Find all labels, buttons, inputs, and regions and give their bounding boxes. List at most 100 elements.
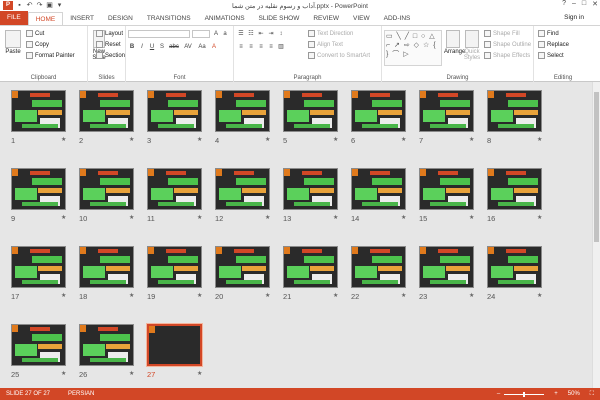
paste-button[interactable]: Paste — [3, 30, 23, 55]
italic-button[interactable]: I — [138, 43, 146, 51]
slide-thumbnail[interactable] — [419, 90, 474, 132]
restore-button[interactable]: □ — [582, 0, 586, 8]
transition-star-icon[interactable]: ★ — [401, 136, 406, 143]
align-text-button[interactable]: Align Text — [308, 41, 343, 48]
format-painter-button[interactable]: Format Painter — [26, 52, 75, 59]
slide-thumbnail[interactable] — [215, 246, 270, 288]
font-color-button[interactable]: A — [210, 43, 218, 51]
copy-button[interactable]: Copy — [26, 41, 49, 48]
transition-star-icon[interactable]: ★ — [129, 292, 134, 299]
slide-thumbnail[interactable] — [79, 90, 134, 132]
slide-thumbnail[interactable] — [11, 324, 66, 366]
bold-button[interactable]: B — [128, 43, 136, 51]
minimize-button[interactable]: – — [572, 0, 576, 8]
transition-star-icon[interactable]: ★ — [469, 136, 474, 143]
slide-thumbnail[interactable] — [283, 246, 338, 288]
slide-thumbnail[interactable] — [147, 168, 202, 210]
transition-star-icon[interactable]: ★ — [265, 214, 270, 221]
reset-button[interactable]: Reset — [96, 41, 121, 48]
shape-effects-button[interactable]: Shape Effects — [484, 52, 530, 59]
slide-thumbnail[interactable] — [11, 90, 66, 132]
shape-fill-button[interactable]: Shape Fill — [484, 30, 520, 37]
close-button[interactable]: ✕ — [592, 0, 598, 8]
transition-star-icon[interactable]: ★ — [333, 214, 338, 221]
quick-styles-button[interactable]: Quick Styles — [463, 30, 481, 61]
transition-star-icon[interactable]: ★ — [469, 292, 474, 299]
shape-outline-button[interactable]: Shape Outline — [484, 41, 531, 48]
select-button[interactable]: Select — [538, 52, 564, 59]
slide-thumbnail[interactable] — [487, 168, 542, 210]
transition-star-icon[interactable]: ★ — [401, 214, 406, 221]
increase-indent-icon[interactable]: ⇥ — [267, 30, 275, 38]
align-left-icon[interactable]: ≡ — [237, 43, 245, 51]
zoom-level[interactable]: 50% — [562, 391, 580, 397]
tab-design[interactable]: DESIGN — [101, 12, 140, 25]
tab-add-ins[interactable]: ADD-INS — [377, 12, 418, 25]
slide-thumbnail[interactable] — [351, 168, 406, 210]
transition-star-icon[interactable]: ★ — [61, 214, 66, 221]
transition-star-icon[interactable]: ★ — [129, 370, 134, 377]
char-spacing-button[interactable]: AV — [182, 43, 194, 51]
find-button[interactable]: Find — [538, 30, 559, 37]
slide-thumbnail[interactable] — [11, 168, 66, 210]
transition-star-icon[interactable]: ★ — [265, 136, 270, 143]
transition-star-icon[interactable]: ★ — [537, 214, 542, 221]
decrease-indent-icon[interactable]: ⇤ — [257, 30, 265, 38]
shrink-font-icon[interactable]: a — [221, 30, 229, 38]
layout-button[interactable]: Layout — [96, 30, 123, 37]
tab-insert[interactable]: INSERT — [63, 12, 101, 25]
line-spacing-icon[interactable]: ↕ — [277, 30, 285, 38]
transition-star-icon[interactable]: ★ — [333, 136, 338, 143]
slide-thumbnail[interactable] — [283, 168, 338, 210]
align-center-icon[interactable]: ≡ — [247, 43, 255, 51]
slide-thumbnail[interactable] — [419, 168, 474, 210]
transition-star-icon[interactable]: ★ — [469, 214, 474, 221]
cut-button[interactable]: Cut — [26, 30, 44, 37]
tab-file[interactable]: FILE — [0, 11, 28, 25]
align-right-icon[interactable]: ≡ — [257, 43, 265, 51]
tab-animations[interactable]: ANIMATIONS — [198, 12, 252, 25]
transition-star-icon[interactable]: ★ — [129, 136, 134, 143]
slide-thumbnail[interactable] — [79, 324, 134, 366]
slide-thumbnail[interactable] — [147, 246, 202, 288]
transition-star-icon[interactable]: ★ — [197, 370, 202, 377]
bullets-icon[interactable]: ☰ — [237, 30, 245, 38]
tab-review[interactable]: REVIEW — [306, 12, 346, 25]
grow-font-icon[interactable]: A — [212, 30, 220, 38]
slide-thumbnail[interactable] — [487, 90, 542, 132]
transition-star-icon[interactable]: ★ — [197, 214, 202, 221]
transition-star-icon[interactable]: ★ — [197, 136, 202, 143]
shadow-button[interactable]: S — [158, 43, 166, 51]
convert-smartart-button[interactable]: Convert to SmartArt — [308, 52, 370, 59]
shapes-gallery[interactable]: ▭ ╲ ╱ □ ○ △ ⌐ ↗ ⇨ ◇ ☆ { } ⌒ ▷ — [384, 30, 442, 66]
slide-thumbnail[interactable] — [147, 90, 202, 132]
zoom-in-button[interactable]: + — [548, 391, 558, 397]
slide-thumbnail[interactable] — [79, 246, 134, 288]
sign-in-link[interactable]: Sign in — [564, 11, 600, 25]
language-status[interactable]: PERSIAN — [50, 391, 94, 397]
slide-thumbnail[interactable] — [351, 246, 406, 288]
transition-star-icon[interactable]: ★ — [61, 292, 66, 299]
tab-view[interactable]: VIEW — [346, 12, 377, 25]
section-button[interactable]: Section — [96, 52, 125, 59]
transition-star-icon[interactable]: ★ — [537, 136, 542, 143]
zoom-slider[interactable] — [504, 391, 545, 397]
transition-star-icon[interactable]: ★ — [265, 292, 270, 299]
slide-thumbnail[interactable] — [215, 168, 270, 210]
numbering-icon[interactable]: ☷ — [247, 30, 255, 38]
strikethrough-button[interactable]: abc — [168, 43, 180, 51]
slide-thumbnail[interactable] — [146, 323, 203, 367]
slide-thumbnail[interactable] — [283, 90, 338, 132]
transition-star-icon[interactable]: ★ — [333, 292, 338, 299]
zoom-slider-knob[interactable] — [523, 391, 526, 397]
slide-thumbnail[interactable] — [215, 90, 270, 132]
transition-star-icon[interactable]: ★ — [129, 214, 134, 221]
replace-button[interactable]: Replace — [538, 41, 569, 48]
zoom-out-button[interactable]: – — [491, 391, 500, 397]
help-button[interactable]: ? — [562, 0, 566, 8]
justify-icon[interactable]: ≡ — [267, 43, 275, 51]
slide-thumbnail[interactable] — [11, 246, 66, 288]
slide-thumbnail[interactable] — [487, 246, 542, 288]
slide-thumbnail[interactable] — [79, 168, 134, 210]
change-case-button[interactable]: Aa — [196, 43, 208, 51]
